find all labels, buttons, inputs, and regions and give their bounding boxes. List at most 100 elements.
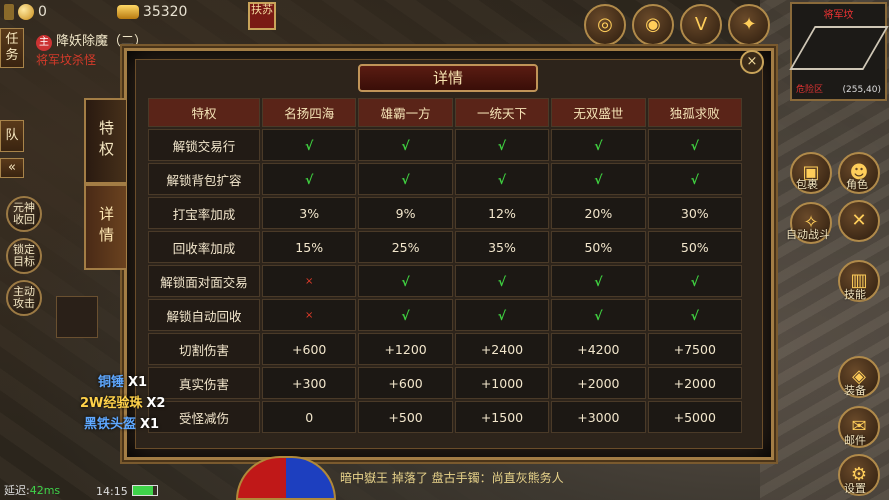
minimap[interactable]: 将军坟 危险区 (255,40) xyxy=(789,2,889,101)
privilege-value-cell: +5000 xyxy=(647,401,742,433)
drop-feed: 铜锤 X1 2W经验珠 X2 黑铁头盔 X1 xyxy=(20,372,165,435)
currency-bar: 0 35320 xyxy=(4,4,187,20)
drop-item: 铜锤 X1 xyxy=(20,372,165,393)
privilege-value-cell: √ xyxy=(358,129,453,161)
first-recharge-button[interactable]: ◎ xyxy=(584,4,626,46)
table-row: 真实伤害 +300 +600 +1000 +2000 +2000 xyxy=(148,367,742,399)
quest-icon: 主 xyxy=(36,35,52,51)
item-slot[interactable] xyxy=(56,296,98,338)
privilege-value-cell: √ xyxy=(551,265,646,297)
privilege-value-cell: √ xyxy=(647,163,742,195)
tab-team[interactable]: 队 xyxy=(0,120,24,152)
privilege-value-cell: +7500 xyxy=(647,333,742,365)
soul-recall-button[interactable]: 元神收回 xyxy=(6,196,42,232)
clock: 14:15 xyxy=(96,485,128,498)
panel-title: 详情 xyxy=(358,64,538,92)
privilege-name-cell: 解锁交易行 xyxy=(148,129,260,161)
privilege-value-cell: +500 xyxy=(358,401,453,433)
gold-count: 35320 xyxy=(142,4,188,20)
recharge-button[interactable]: ◉ xyxy=(632,4,674,46)
crossed-swords-button[interactable]: ✕ xyxy=(838,200,880,242)
privilege-value-cell: √ xyxy=(551,163,646,195)
collapse-arrow-icon[interactable]: « xyxy=(0,158,24,178)
privilege-value-cell: +1500 xyxy=(454,401,550,433)
privilege-value-cell: √ xyxy=(647,129,742,161)
table-row: 解锁背包扩容 √ √ √ √ √ xyxy=(148,163,742,195)
coin-icon xyxy=(18,4,34,20)
privilege-name-cell: 切割伤害 xyxy=(148,333,260,365)
privilege-value-cell: √ xyxy=(358,163,453,195)
drop-item-qty: X1 xyxy=(128,375,148,390)
gold-currency: 35320 xyxy=(116,4,188,20)
map-outline xyxy=(789,26,889,70)
privilege-value-cell: √ xyxy=(647,265,742,297)
table-row: 解锁交易行 √ √ √ √ √ xyxy=(148,129,742,161)
skills-label: 技能 xyxy=(844,288,866,301)
auto-attack-button[interactable]: 主动攻击 xyxy=(6,280,42,316)
privilege-value-cell: × xyxy=(262,265,357,297)
privilege-value-cell: 50% xyxy=(551,231,646,263)
table-row: 解锁面对面交易 × √ √ √ √ xyxy=(148,265,742,297)
header-tier-3: 一统天下 xyxy=(454,98,550,127)
quest-title: 降妖除魔（二） xyxy=(56,34,148,49)
drop-item: 2W经验珠 X2 xyxy=(20,393,165,414)
character-label: 角色 xyxy=(846,178,868,191)
privilege-value-cell: √ xyxy=(262,163,357,195)
privilege-value-cell: √ xyxy=(454,129,550,161)
table-row: 打宝率加成 3% 9% 12% 20% 30% xyxy=(148,197,742,229)
ingot-icon xyxy=(4,4,14,20)
header-tier-2: 雄霸一方 xyxy=(358,98,453,127)
map-name: 将军坟 xyxy=(823,10,854,21)
privilege-value-cell: 9% xyxy=(358,197,453,229)
vip-button[interactable]: V xyxy=(680,4,722,46)
tab-task[interactable]: 任务 xyxy=(0,28,24,68)
crossed-swords-icon: ✕ xyxy=(851,210,867,231)
privilege-name-cell: 解锁面对面交易 xyxy=(148,265,260,297)
header-privilege: 特权 xyxy=(148,98,260,127)
privilege-value-cell: √ xyxy=(454,265,550,297)
auto-battle-label: 自动战斗 xyxy=(786,228,830,241)
equipment-label: 装备 xyxy=(844,384,866,397)
battery-fill xyxy=(133,486,154,495)
privilege-value-cell: 12% xyxy=(454,197,550,229)
ingot-count: 0 xyxy=(38,4,47,20)
table-row: 切割伤害 +600 +1200 +2400 +4200 +7500 xyxy=(148,333,742,365)
table-row: 回收率加成 15% 25% 35% 50% 50% xyxy=(148,231,742,263)
player-coords: (255,40) xyxy=(842,85,881,95)
privilege-value-cell: +2000 xyxy=(647,367,742,399)
close-button[interactable]: × xyxy=(740,50,764,74)
header-tier-1: 名扬四海 xyxy=(262,98,357,127)
event-badge[interactable]: 扶苏 xyxy=(248,2,276,30)
privilege-value-cell: +4200 xyxy=(551,333,646,365)
privilege-value-cell: × xyxy=(262,299,357,331)
privilege-value-cell: +600 xyxy=(358,367,453,399)
tab-details[interactable]: 详情 xyxy=(84,184,126,270)
privilege-name-cell: 解锁背包扩容 xyxy=(148,163,260,195)
privilege-value-cell: √ xyxy=(358,299,453,331)
latency-label: 延迟: xyxy=(4,484,30,497)
ingot-currency: 0 xyxy=(4,4,47,20)
bag-label: 包裹 xyxy=(796,178,818,191)
latency-value: 42ms xyxy=(29,484,61,497)
drop-item-name: 黑铁头盔 xyxy=(84,417,137,432)
drop-item-qty: X1 xyxy=(140,417,160,432)
vip-icon: V xyxy=(694,14,708,35)
latency-readout: 延迟:42ms xyxy=(4,482,60,498)
privilege-value-cell: 30% xyxy=(647,197,742,229)
drop-item-name: 铜锤 xyxy=(98,375,125,390)
system-chat-line[interactable]: 暗中嶽王 掉落了 盘古手镯：尚直灰熊务人 xyxy=(340,469,564,486)
honor-privilege-button[interactable]: ✦ xyxy=(728,4,770,46)
tab-privilege-label: 特权 xyxy=(97,120,115,162)
privilege-value-cell: √ xyxy=(358,265,453,297)
privilege-value-cell: √ xyxy=(647,299,742,331)
drop-item: 黑铁头盔 X1 xyxy=(20,414,165,435)
header-tier-5: 独孤求败 xyxy=(647,98,742,127)
treasure-icon: ◎ xyxy=(597,14,613,35)
privilege-value-cell: √ xyxy=(551,129,646,161)
privilege-value-cell: +300 xyxy=(262,367,357,399)
privilege-value-cell: 35% xyxy=(454,231,550,263)
privilege-value-cell: +2000 xyxy=(551,367,646,399)
lock-target-button[interactable]: 锁定目标 xyxy=(6,238,42,274)
mail-label: 邮件 xyxy=(844,434,866,447)
tab-privilege[interactable]: 特权 xyxy=(84,98,126,184)
